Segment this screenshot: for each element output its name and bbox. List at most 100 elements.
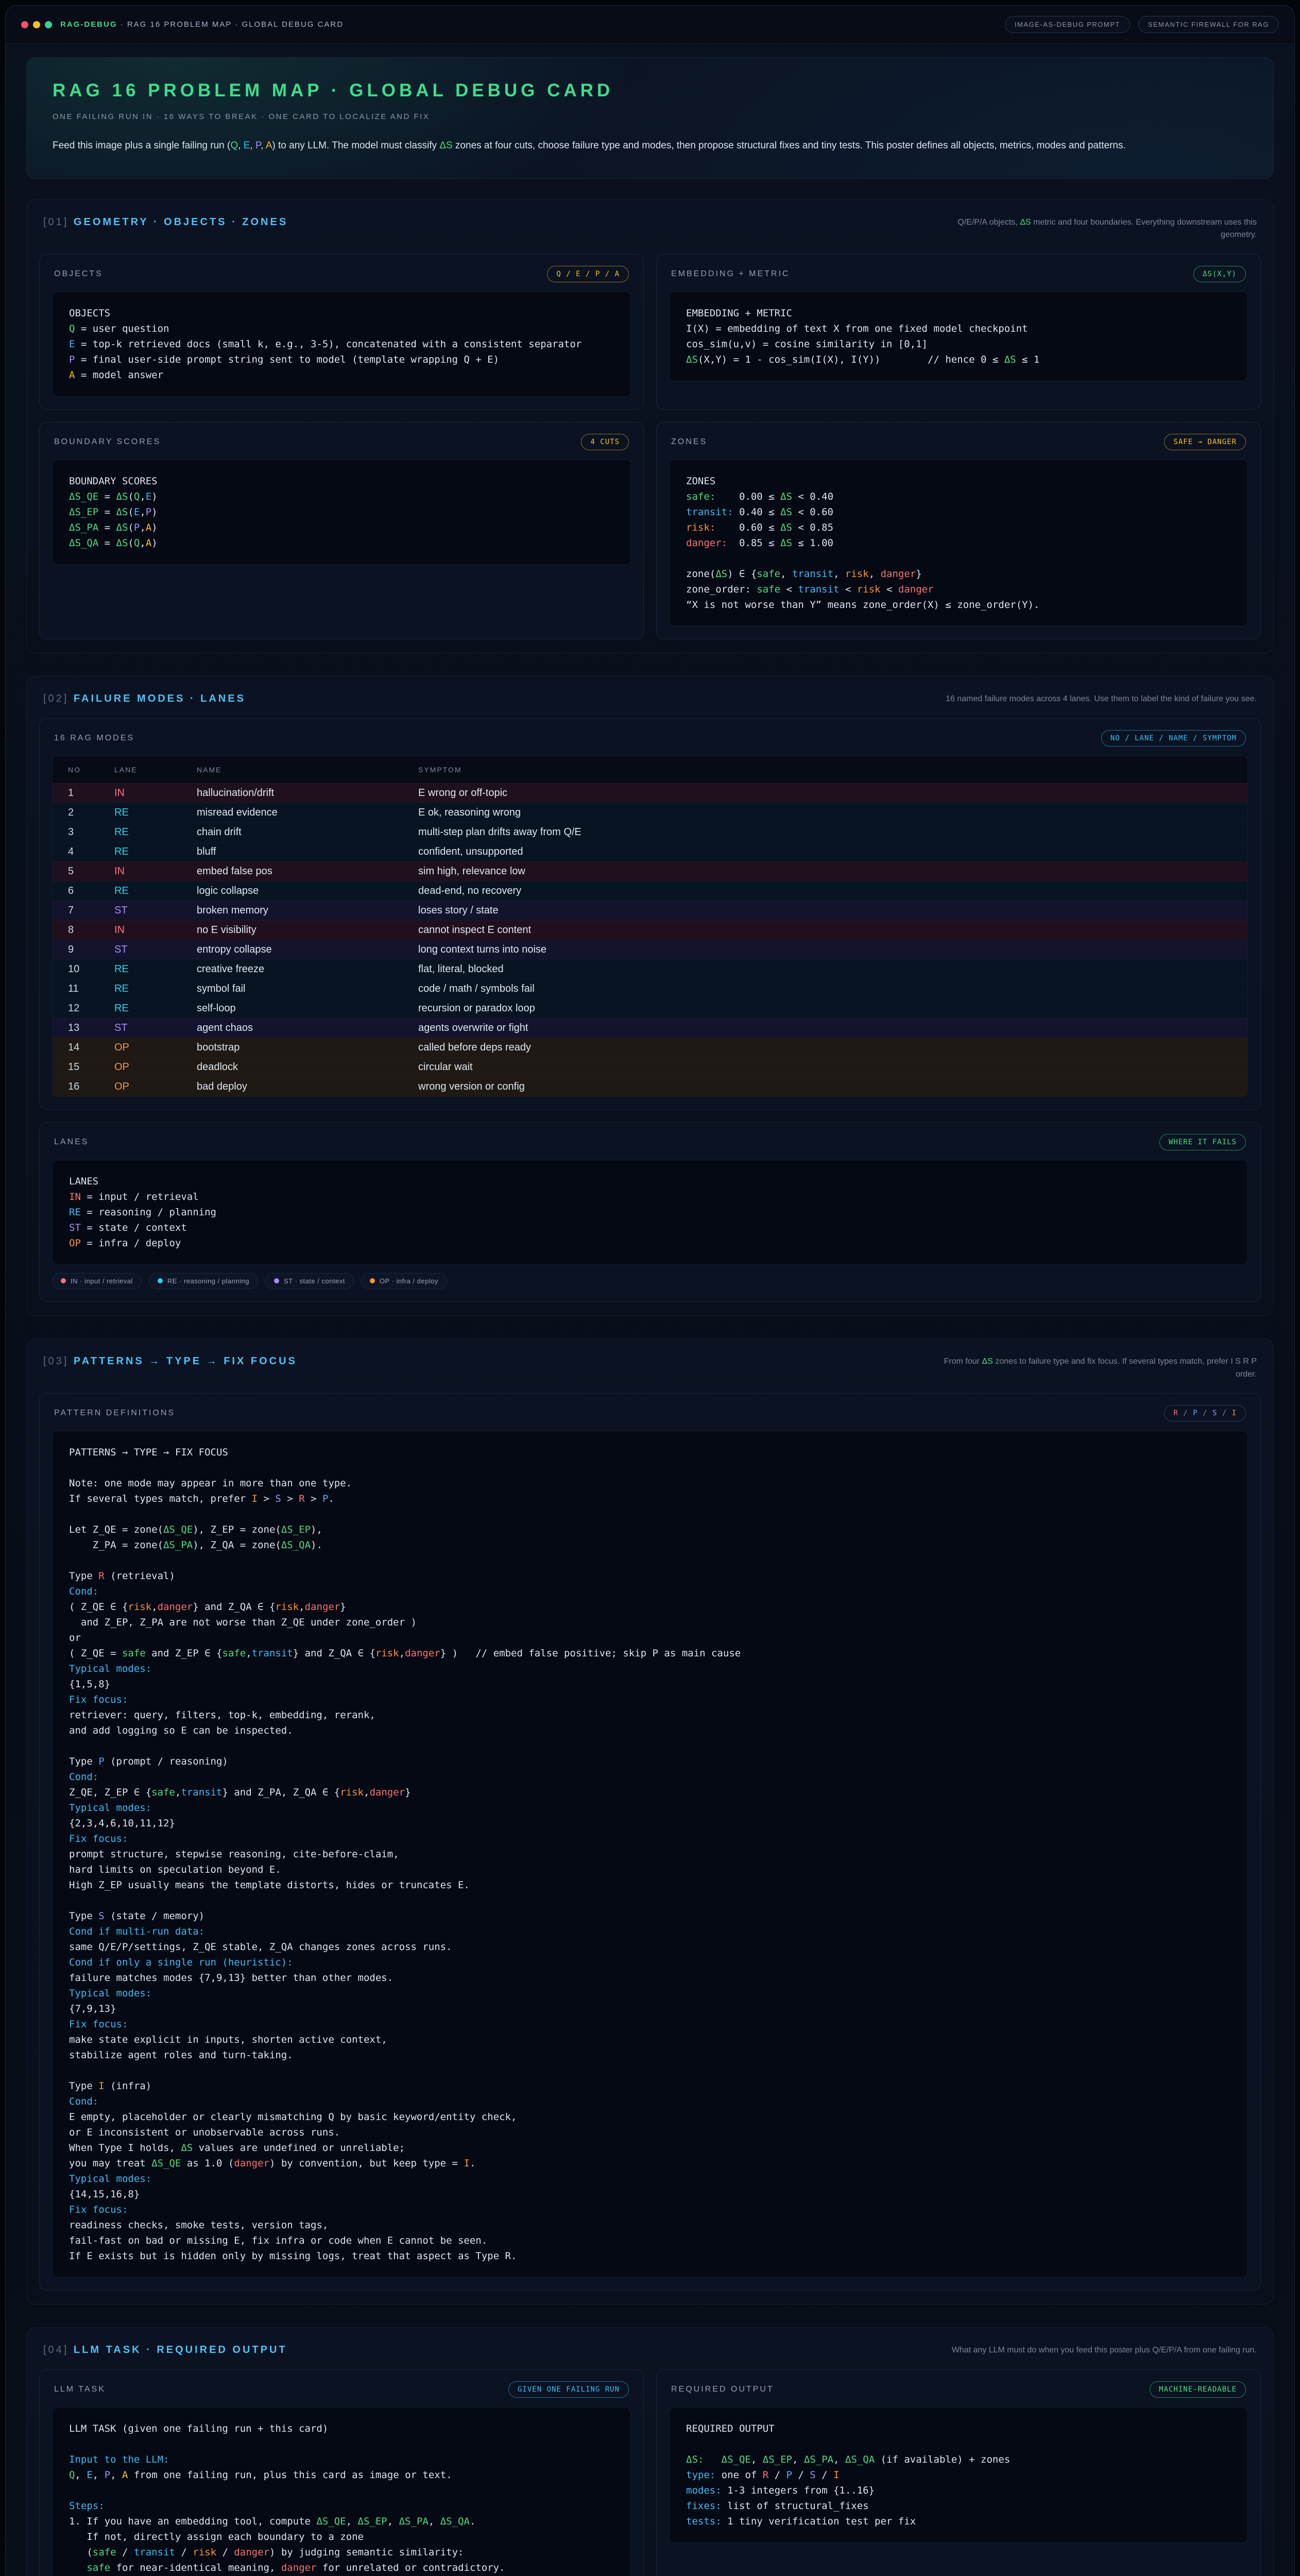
text-segment: ( Z_QE ∈ { <box>69 1601 128 1613</box>
lanes-panel-title: LANES <box>54 1138 89 1147</box>
text-segment: OBJECTS <box>69 308 110 319</box>
text-segment: SAFE → DANGER <box>1173 438 1237 446</box>
code-line <box>69 2436 614 2452</box>
mode-symptom-cell: confident, unsupported <box>418 846 1232 858</box>
text-segment: I <box>1232 1409 1237 1417</box>
text-segment: or <box>69 1632 81 1643</box>
text-segment: ΔS <box>780 537 792 549</box>
text-segment: , <box>387 2516 399 2527</box>
image-as-debug-prompt-button[interactable]: IMAGE-AS-DEBUG PROMPT <box>1005 16 1130 33</box>
table-row: 7STbroken memoryloses story / state <box>53 901 1247 920</box>
text-segment: ΔS <box>780 491 792 502</box>
code-line: modes: 1-3 integers from {1..16} <box>686 2483 1231 2498</box>
mode-lane-cell: OP <box>114 1042 197 1054</box>
text-segment: ), <box>311 1524 322 1535</box>
code-line: IN = input / retrieval <box>69 1189 1231 1205</box>
text-segment: , <box>261 140 266 151</box>
text-segment: Q <box>230 140 238 151</box>
code-line: ZONES <box>686 473 1231 489</box>
code-line: OBJECTS <box>69 306 614 321</box>
text-segment: zone_order: <box>686 584 757 595</box>
text-segment: R <box>1173 1409 1178 1417</box>
text-segment: S <box>810 2469 815 2481</box>
text-segment: ) <box>151 522 157 533</box>
code-line: Fix focus: <box>69 2016 1231 2032</box>
mode-name-cell: bluff <box>197 846 418 858</box>
text-segment: 1. If you have an embedding tool, comput… <box>69 2516 316 2527</box>
zones-panel: ZONES SAFE → DANGER ZONESsafe: 0.00 ≤ ΔS… <box>656 422 1261 639</box>
code-line: readiness checks, smoke tests, version t… <box>69 2217 1231 2233</box>
mode-lane-cell: RE <box>114 807 197 819</box>
required-output-badge: MACHINE-READABLE <box>1150 2381 1246 2398</box>
text-segment: or E inconsistent or unobservable across… <box>69 2127 340 2138</box>
text-segment: / <box>768 2469 786 2481</box>
code-line: “X is not worse than Y” means zone_order… <box>686 597 1231 613</box>
section-02-title: [02] FAILURE MODES · LANES <box>43 693 246 705</box>
text-segment: , <box>833 2454 845 2465</box>
text-segment: } and Z_PA, Z_QA ∈ { <box>222 1787 340 1798</box>
text-segment: readiness checks, smoke tests, version t… <box>69 2219 328 2231</box>
code-line: or E inconsistent or unobservable across… <box>69 2125 1231 2140</box>
code-line: or <box>69 1630 1231 1646</box>
text-segment: ΔS <box>780 506 792 518</box>
code-line: When Type I holds, ΔS values are undefin… <box>69 2140 1231 2156</box>
code-line: Typical modes: <box>69 2171 1231 2187</box>
text-segment: cos_sim(u,v) = cosine similarity in [0,1… <box>686 338 928 350</box>
text-segment: Fix focus: <box>69 1694 128 1705</box>
text-segment: ΔS <box>116 491 128 502</box>
code-line: zone_order: safe < transit < risk < dang… <box>686 582 1231 597</box>
text-segment: type: <box>686 2469 715 2481</box>
text-segment: REQUIRED OUTPUT <box>686 2423 775 2434</box>
lane-color-dot-icon <box>61 1278 66 1283</box>
text-segment: , <box>110 2469 122 2481</box>
text-segment: E <box>69 338 75 350</box>
minimize-window-icon[interactable] <box>33 21 40 28</box>
maximize-window-icon[interactable] <box>45 21 52 28</box>
code-line <box>69 1506 1231 1522</box>
text-segment: = final user-side prompt string sent to … <box>75 354 499 365</box>
section-01-title: [01] GEOMETRY · OBJECTS · ZONES <box>43 216 288 228</box>
text-segment: } <box>405 1787 410 1798</box>
mode-number-cell: 7 <box>68 905 114 917</box>
text-segment: modes: <box>686 2485 722 2496</box>
mode-name-cell: creative freeze <box>197 963 418 975</box>
text-segment: transit <box>792 568 833 580</box>
mode-name-cell: symbol fail <box>197 983 418 995</box>
text-segment: = top-k retrieved docs (small k, e.g., 3… <box>75 338 581 350</box>
text-segment: . <box>470 2516 475 2527</box>
mode-symptom-cell: circular wait <box>418 1061 1232 1073</box>
text-segment: one of <box>715 2469 763 2481</box>
text-segment: risk: <box>686 522 715 533</box>
text-segment: safe <box>222 1648 246 1659</box>
text-segment: > <box>305 1493 322 1504</box>
semantic-firewall-button[interactable]: SEMANTIC FIREWALL FOR RAG <box>1138 16 1279 33</box>
text-segment: ΔS_QA <box>440 2516 470 2527</box>
text-segment: 0.60 ≤ <box>715 522 780 533</box>
text-segment: {7,9,13} <box>69 2003 116 2014</box>
mode-lane-cell: IN <box>114 924 197 936</box>
text-segment: Input to the LLM: <box>69 2454 169 2465</box>
mode-name-cell: bad deploy <box>197 1081 418 1093</box>
text-segment: A <box>146 537 151 549</box>
text-segment: ΔS_EP <box>763 2454 792 2465</box>
code-line <box>69 1893 1231 1908</box>
section-failure-modes: [02] FAILURE MODES · LANES 16 named fail… <box>26 676 1274 1316</box>
code-line <box>69 2063 1231 2078</box>
text-segment: Cond: <box>69 2096 98 2107</box>
code-line: Input to the LLM: <box>69 2452 614 2467</box>
text-segment: . <box>328 1493 334 1504</box>
text-segment: , <box>75 2469 87 2481</box>
text-segment: list of structural_fixes <box>722 2500 869 2512</box>
text-segment: MACHINE-READABLE <box>1159 2385 1237 2394</box>
code-line: Cond: <box>69 1584 1231 1599</box>
text-segment: A <box>146 522 151 533</box>
text-segment: When Type I holds, <box>69 2142 181 2154</box>
text-segment: } <box>340 1601 346 1613</box>
close-window-icon[interactable] <box>21 21 28 28</box>
code-line: E = top-k retrieved docs (small k, e.g.,… <box>69 336 614 352</box>
app-name: RAG-DEBUG <box>60 20 117 29</box>
mode-symptom-cell: E wrong or off-topic <box>418 787 1232 799</box>
code-line: Z_PA = zone(ΔS_PA), Z_QA = zone(ΔS_QA). <box>69 1537 1231 1553</box>
required-output-panel: REQUIRED OUTPUT MACHINE-READABLE REQUIRE… <box>656 2369 1261 2576</box>
text-segment: = state / context <box>81 1222 187 1233</box>
